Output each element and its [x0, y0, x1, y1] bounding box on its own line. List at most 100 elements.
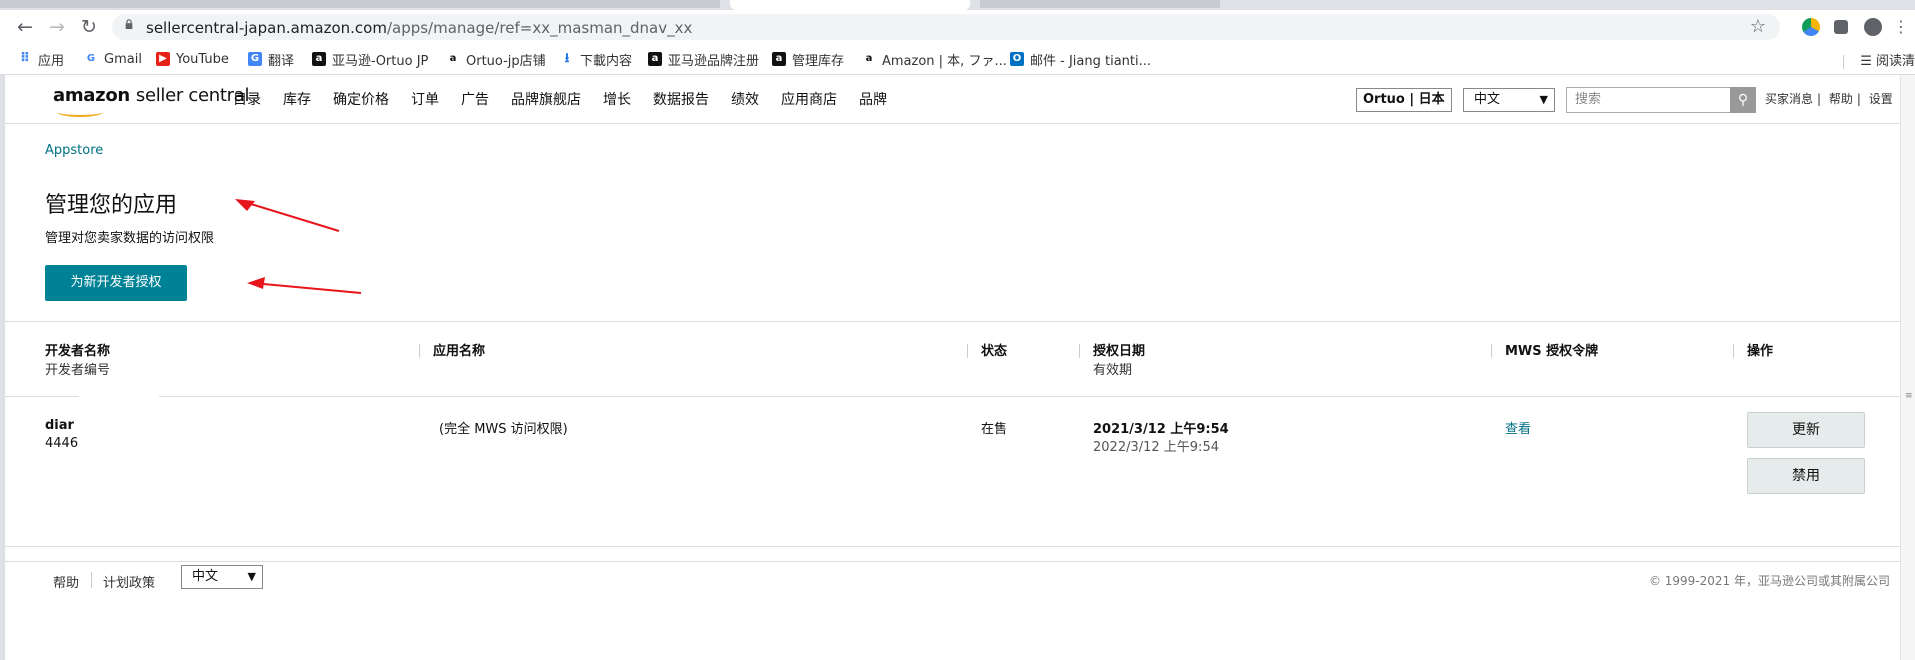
forward-arrow-icon[interactable]: →	[46, 16, 68, 38]
column-divider	[967, 344, 968, 358]
bookmark-manage-inventory[interactable]: a 管理库存	[772, 50, 844, 69]
browser-tab[interactable]	[980, 0, 1220, 8]
nav-item-growth[interactable]: 增长	[603, 89, 631, 109]
logo-brand: amazon	[53, 85, 130, 106]
nav-item-performance[interactable]: 绩效	[731, 89, 759, 109]
bookmark-outlook-mail[interactable]: O 邮件 - Jiang tianti...	[1010, 50, 1151, 69]
bookmark-downloads[interactable]: ⭳ 下載内容	[560, 50, 632, 69]
outlook-icon: O	[1010, 52, 1024, 66]
col-developer-name: 开发者名称	[45, 344, 111, 359]
browser-tab[interactable]	[0, 0, 720, 8]
buyer-messages-link[interactable]: 买家消息	[1765, 92, 1813, 106]
bookmark-youtube[interactable]: ▶ YouTube	[156, 50, 229, 68]
nav-item-brands[interactable]: 品牌	[859, 89, 887, 109]
language-select[interactable]: 中文 ▼	[1463, 88, 1555, 112]
status-cell: 在售	[981, 422, 1008, 437]
page-subtitle: 管理对您卖家数据的访问权限	[45, 231, 215, 246]
bookmark-ortuo-shop[interactable]: a Ortuo-jp店铺	[446, 50, 546, 69]
url-text: sellercentral-japan.amazon.com/apps/mana…	[146, 19, 692, 37]
translate-icon: G	[248, 52, 262, 66]
annotation-arrow-icon	[247, 277, 362, 294]
reload-icon[interactable]: ↻	[78, 16, 100, 38]
settings-link[interactable]: 设置	[1869, 92, 1893, 106]
bookmark-label: 应用	[38, 53, 65, 69]
nav-item-pricing[interactable]: 确定价格	[333, 89, 389, 109]
nav-item-orders[interactable]: 订单	[411, 89, 439, 109]
breadcrumb[interactable]: Appstore	[45, 143, 103, 158]
bookmark-apps[interactable]: ⠿ 应用	[18, 50, 65, 69]
divider	[1843, 54, 1845, 69]
amazon-icon: a	[865, 53, 873, 64]
reading-list-label: 阅读清	[1875, 54, 1915, 69]
view-token-link[interactable]: 查看	[1505, 418, 1531, 437]
footer-program-policy-link[interactable]: 计划政策	[103, 572, 155, 591]
extension-icon[interactable]	[1802, 18, 1820, 36]
redaction-patch	[79, 375, 159, 397]
amazon-seller-central-logo[interactable]: amazon seller central	[53, 85, 250, 117]
bookmark-label: 翻译	[268, 53, 295, 69]
nav-item-inventory[interactable]: 库存	[283, 89, 311, 109]
disable-button[interactable]: 禁用	[1747, 458, 1865, 494]
page-scrollbar[interactable]: ≡	[1900, 75, 1915, 660]
nav-item-reports[interactable]: 数据报告	[653, 89, 709, 109]
bookmark-label: 亚马逊品牌注册	[668, 53, 760, 69]
bookmark-star-icon[interactable]: ☆	[1750, 16, 1766, 37]
footer-language-value: 中文	[192, 569, 219, 584]
reading-list-icon: ☰	[1860, 54, 1872, 69]
chevron-down-icon: ▼	[247, 570, 256, 583]
reading-list[interactable]: ☰ 阅读清	[1843, 50, 1915, 69]
developer-id-cell: 4446	[45, 436, 79, 451]
renew-button[interactable]: 更新	[1747, 412, 1865, 448]
profile-avatar-icon[interactable]	[1864, 18, 1882, 36]
divider: |	[1817, 92, 1822, 106]
amazon-a-icon: a	[772, 52, 786, 66]
col-mws-token: MWS 授权令牌	[1505, 344, 1599, 359]
table-row: diar 4446 (完全 MWS 访问权限) 在售 2021/3/12 上午9…	[5, 396, 1900, 547]
language-select-value: 中文	[1474, 92, 1501, 107]
bookmark-translate[interactable]: G 翻译	[248, 50, 295, 69]
address-bar[interactable]: sellercentral-japan.amazon.com/apps/mana…	[112, 14, 1780, 40]
search-input[interactable]: 搜索	[1566, 87, 1736, 113]
divider: |	[1856, 92, 1861, 106]
nav-item-catalog[interactable]: 目录	[233, 89, 261, 109]
amazon-smile-icon	[57, 107, 103, 117]
bookmark-label: YouTube	[176, 51, 229, 67]
bookmarks-bar: ⠿ 应用 G Gmail ▶ YouTube G 翻译 a 亚马逊-Ortuo …	[0, 44, 1915, 75]
page-title: 管理您的应用	[45, 193, 178, 218]
google-icon: G	[86, 53, 96, 64]
footer-language-select[interactable]: 中文 ▼	[181, 565, 263, 589]
help-link[interactable]: 帮助	[1829, 92, 1853, 106]
developer-name-cell: diar	[45, 418, 74, 433]
apps-table-header: 开发者名称 开发者编号 应用名称 状态 授权日期 有效期 MWS 授权令牌 操作	[5, 321, 1900, 397]
lock-icon	[125, 19, 133, 29]
puzzle-extensions-icon[interactable]	[1834, 20, 1848, 34]
bookmark-gmail[interactable]: G Gmail	[84, 50, 142, 68]
store-switcher[interactable]: Ortuo | 日本	[1356, 88, 1452, 112]
authorize-new-developer-button[interactable]: 为新开发者授权	[45, 265, 187, 301]
bookmark-amazon-ortuo-jp[interactable]: a 亚马逊-Ortuo JP	[312, 50, 428, 69]
col-app-name: 应用名称	[433, 344, 486, 359]
nav-item-appstore[interactable]: 应用商店	[781, 89, 837, 109]
bookmark-label: Amazon | 本, ファ...	[882, 53, 1007, 69]
amazon-icon: a	[449, 53, 457, 64]
browser-tab-strip	[0, 0, 1915, 10]
footer-help-link[interactable]: 帮助	[53, 572, 79, 591]
youtube-icon: ▶	[156, 52, 170, 66]
bookmark-label: Ortuo-jp店铺	[466, 53, 546, 69]
bookmark-amazon-jp[interactable]: a Amazon | 本, ファ...	[862, 50, 1007, 69]
back-arrow-icon[interactable]: ←	[14, 16, 36, 38]
menu-dots-icon[interactable]: ⋮	[1890, 16, 1912, 38]
bookmark-brand-registry[interactable]: a 亚马逊品牌注册	[648, 50, 760, 69]
column-divider	[1079, 344, 1080, 358]
nav-item-stores[interactable]: 品牌旗舰店	[511, 89, 581, 109]
app-name-cell: (完全 MWS 访问权限)	[439, 422, 568, 437]
search-icon: ⚲	[1737, 92, 1749, 108]
browser-tab-active[interactable]	[730, 0, 970, 10]
nav-item-advertising[interactable]: 广告	[461, 89, 489, 109]
auth-date-cell: 2021/3/12 上午9:54	[1093, 422, 1229, 437]
top-links: 买家消息 | 帮助 | 设置	[1765, 90, 1897, 107]
column-divider	[419, 344, 420, 358]
search-button[interactable]: ⚲	[1730, 87, 1756, 113]
chevron-down-icon: ▼	[1539, 93, 1548, 106]
footer-divider	[5, 561, 1900, 562]
